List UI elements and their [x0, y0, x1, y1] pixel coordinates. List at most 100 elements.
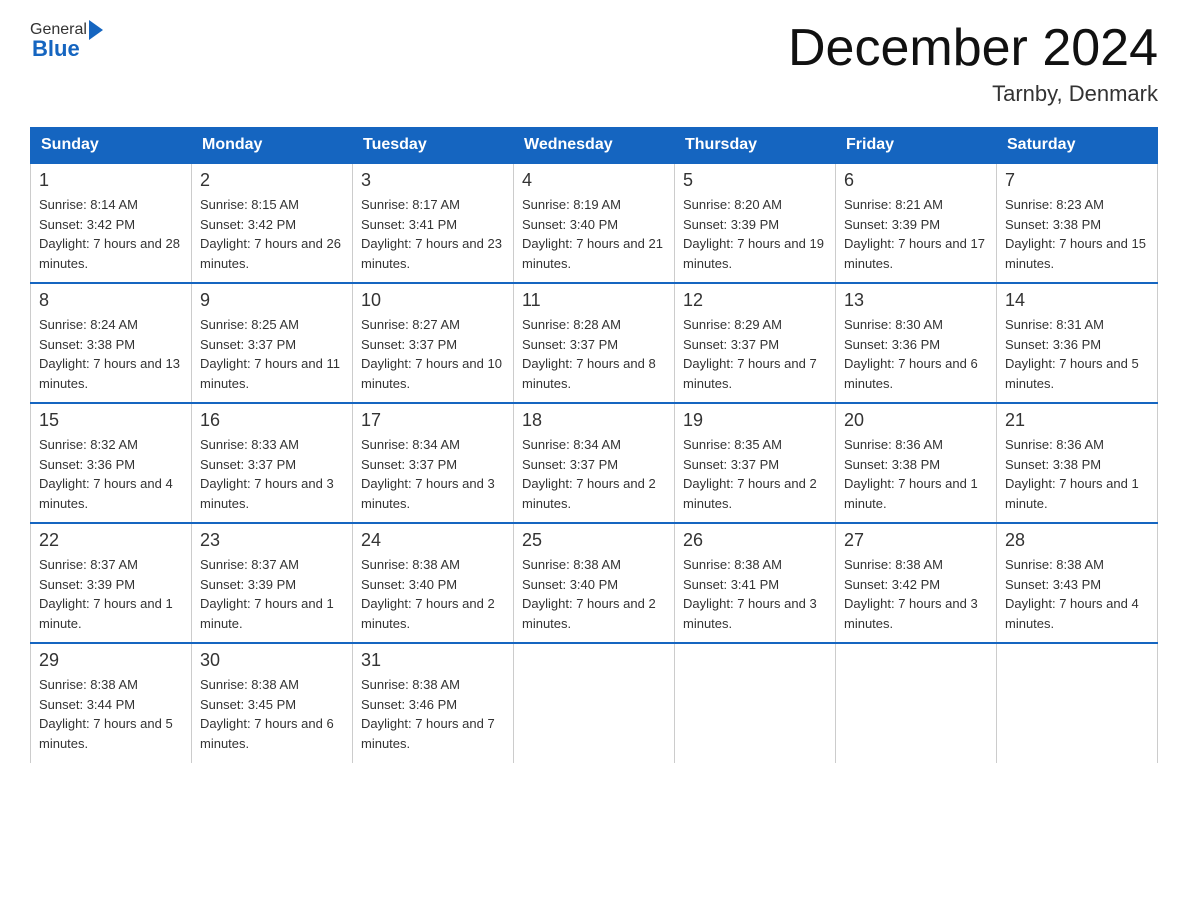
day-info: Sunrise: 8:38 AMSunset: 3:40 PMDaylight:… — [361, 555, 505, 633]
day-number: 31 — [361, 650, 505, 671]
calendar-cell: 14 Sunrise: 8:31 AMSunset: 3:36 PMDaylig… — [997, 283, 1158, 403]
day-number: 30 — [200, 650, 344, 671]
day-number: 3 — [361, 170, 505, 191]
title-area: December 2024 Tarnby, Denmark — [788, 20, 1158, 107]
day-info: Sunrise: 8:38 AMSunset: 3:45 PMDaylight:… — [200, 675, 344, 753]
day-number: 20 — [844, 410, 988, 431]
day-info: Sunrise: 8:36 AMSunset: 3:38 PMDaylight:… — [1005, 435, 1149, 513]
day-info: Sunrise: 8:23 AMSunset: 3:38 PMDaylight:… — [1005, 195, 1149, 273]
col-saturday: Saturday — [997, 128, 1158, 164]
calendar-cell: 15 Sunrise: 8:32 AMSunset: 3:36 PMDaylig… — [31, 403, 192, 523]
day-number: 14 — [1005, 290, 1149, 311]
calendar-cell: 29 Sunrise: 8:38 AMSunset: 3:44 PMDaylig… — [31, 643, 192, 763]
calendar-cell — [836, 643, 997, 763]
calendar-cell: 18 Sunrise: 8:34 AMSunset: 3:37 PMDaylig… — [514, 403, 675, 523]
logo-blue-text: Blue — [32, 36, 107, 62]
day-number: 29 — [39, 650, 183, 671]
day-info: Sunrise: 8:38 AMSunset: 3:46 PMDaylight:… — [361, 675, 505, 753]
calendar-week-4: 22 Sunrise: 8:37 AMSunset: 3:39 PMDaylig… — [31, 523, 1158, 643]
day-number: 17 — [361, 410, 505, 431]
day-number: 24 — [361, 530, 505, 551]
day-number: 12 — [683, 290, 827, 311]
calendar-cell — [675, 643, 836, 763]
day-info: Sunrise: 8:29 AMSunset: 3:37 PMDaylight:… — [683, 315, 827, 393]
day-info: Sunrise: 8:34 AMSunset: 3:37 PMDaylight:… — [522, 435, 666, 513]
calendar-cell: 12 Sunrise: 8:29 AMSunset: 3:37 PMDaylig… — [675, 283, 836, 403]
month-title: December 2024 — [788, 20, 1158, 77]
calendar-cell: 21 Sunrise: 8:36 AMSunset: 3:38 PMDaylig… — [997, 403, 1158, 523]
calendar-cell: 19 Sunrise: 8:35 AMSunset: 3:37 PMDaylig… — [675, 403, 836, 523]
day-number: 2 — [200, 170, 344, 191]
calendar-cell: 13 Sunrise: 8:30 AMSunset: 3:36 PMDaylig… — [836, 283, 997, 403]
page-header: General Blue December 2024 Tarnby, Denma… — [30, 20, 1158, 107]
day-info: Sunrise: 8:38 AMSunset: 3:42 PMDaylight:… — [844, 555, 988, 633]
day-info: Sunrise: 8:37 AMSunset: 3:39 PMDaylight:… — [39, 555, 183, 633]
day-number: 28 — [1005, 530, 1149, 551]
day-info: Sunrise: 8:21 AMSunset: 3:39 PMDaylight:… — [844, 195, 988, 273]
calendar-cell: 28 Sunrise: 8:38 AMSunset: 3:43 PMDaylig… — [997, 523, 1158, 643]
col-sunday: Sunday — [31, 128, 192, 164]
calendar-table: Sunday Monday Tuesday Wednesday Thursday… — [30, 127, 1158, 763]
calendar-cell: 10 Sunrise: 8:27 AMSunset: 3:37 PMDaylig… — [353, 283, 514, 403]
day-number: 15 — [39, 410, 183, 431]
calendar-cell: 11 Sunrise: 8:28 AMSunset: 3:37 PMDaylig… — [514, 283, 675, 403]
day-info: Sunrise: 8:20 AMSunset: 3:39 PMDaylight:… — [683, 195, 827, 273]
col-wednesday: Wednesday — [514, 128, 675, 164]
calendar-cell: 8 Sunrise: 8:24 AMSunset: 3:38 PMDayligh… — [31, 283, 192, 403]
day-number: 16 — [200, 410, 344, 431]
day-info: Sunrise: 8:32 AMSunset: 3:36 PMDaylight:… — [39, 435, 183, 513]
calendar-cell: 3 Sunrise: 8:17 AMSunset: 3:41 PMDayligh… — [353, 163, 514, 283]
location-text: Tarnby, Denmark — [788, 81, 1158, 107]
day-number: 21 — [1005, 410, 1149, 431]
day-number: 22 — [39, 530, 183, 551]
header-row: Sunday Monday Tuesday Wednesday Thursday… — [31, 128, 1158, 164]
day-info: Sunrise: 8:28 AMSunset: 3:37 PMDaylight:… — [522, 315, 666, 393]
calendar-cell: 2 Sunrise: 8:15 AMSunset: 3:42 PMDayligh… — [192, 163, 353, 283]
logo: General Blue — [30, 20, 107, 62]
day-number: 27 — [844, 530, 988, 551]
day-number: 1 — [39, 170, 183, 191]
day-number: 25 — [522, 530, 666, 551]
calendar-cell: 31 Sunrise: 8:38 AMSunset: 3:46 PMDaylig… — [353, 643, 514, 763]
day-number: 9 — [200, 290, 344, 311]
calendar-cell: 6 Sunrise: 8:21 AMSunset: 3:39 PMDayligh… — [836, 163, 997, 283]
day-number: 11 — [522, 290, 666, 311]
calendar-week-2: 8 Sunrise: 8:24 AMSunset: 3:38 PMDayligh… — [31, 283, 1158, 403]
day-info: Sunrise: 8:31 AMSunset: 3:36 PMDaylight:… — [1005, 315, 1149, 393]
day-info: Sunrise: 8:34 AMSunset: 3:37 PMDaylight:… — [361, 435, 505, 513]
calendar-body: 1 Sunrise: 8:14 AMSunset: 3:42 PMDayligh… — [31, 163, 1158, 763]
col-tuesday: Tuesday — [353, 128, 514, 164]
day-info: Sunrise: 8:38 AMSunset: 3:40 PMDaylight:… — [522, 555, 666, 633]
col-thursday: Thursday — [675, 128, 836, 164]
day-info: Sunrise: 8:19 AMSunset: 3:40 PMDaylight:… — [522, 195, 666, 273]
calendar-cell: 26 Sunrise: 8:38 AMSunset: 3:41 PMDaylig… — [675, 523, 836, 643]
day-info: Sunrise: 8:15 AMSunset: 3:42 PMDaylight:… — [200, 195, 344, 273]
day-info: Sunrise: 8:38 AMSunset: 3:41 PMDaylight:… — [683, 555, 827, 633]
day-number: 23 — [200, 530, 344, 551]
calendar-cell: 16 Sunrise: 8:33 AMSunset: 3:37 PMDaylig… — [192, 403, 353, 523]
calendar-cell: 5 Sunrise: 8:20 AMSunset: 3:39 PMDayligh… — [675, 163, 836, 283]
calendar-cell — [997, 643, 1158, 763]
col-monday: Monday — [192, 128, 353, 164]
calendar-cell: 9 Sunrise: 8:25 AMSunset: 3:37 PMDayligh… — [192, 283, 353, 403]
day-info: Sunrise: 8:24 AMSunset: 3:38 PMDaylight:… — [39, 315, 183, 393]
calendar-cell: 20 Sunrise: 8:36 AMSunset: 3:38 PMDaylig… — [836, 403, 997, 523]
day-number: 7 — [1005, 170, 1149, 191]
calendar-cell: 25 Sunrise: 8:38 AMSunset: 3:40 PMDaylig… — [514, 523, 675, 643]
day-number: 4 — [522, 170, 666, 191]
calendar-week-1: 1 Sunrise: 8:14 AMSunset: 3:42 PMDayligh… — [31, 163, 1158, 283]
calendar-cell: 7 Sunrise: 8:23 AMSunset: 3:38 PMDayligh… — [997, 163, 1158, 283]
calendar-cell: 17 Sunrise: 8:34 AMSunset: 3:37 PMDaylig… — [353, 403, 514, 523]
day-info: Sunrise: 8:25 AMSunset: 3:37 PMDaylight:… — [200, 315, 344, 393]
day-info: Sunrise: 8:27 AMSunset: 3:37 PMDaylight:… — [361, 315, 505, 393]
day-number: 5 — [683, 170, 827, 191]
day-number: 13 — [844, 290, 988, 311]
day-number: 26 — [683, 530, 827, 551]
calendar-header: Sunday Monday Tuesday Wednesday Thursday… — [31, 128, 1158, 164]
day-info: Sunrise: 8:38 AMSunset: 3:43 PMDaylight:… — [1005, 555, 1149, 633]
day-number: 18 — [522, 410, 666, 431]
day-info: Sunrise: 8:37 AMSunset: 3:39 PMDaylight:… — [200, 555, 344, 633]
day-number: 19 — [683, 410, 827, 431]
day-info: Sunrise: 8:33 AMSunset: 3:37 PMDaylight:… — [200, 435, 344, 513]
calendar-cell: 22 Sunrise: 8:37 AMSunset: 3:39 PMDaylig… — [31, 523, 192, 643]
